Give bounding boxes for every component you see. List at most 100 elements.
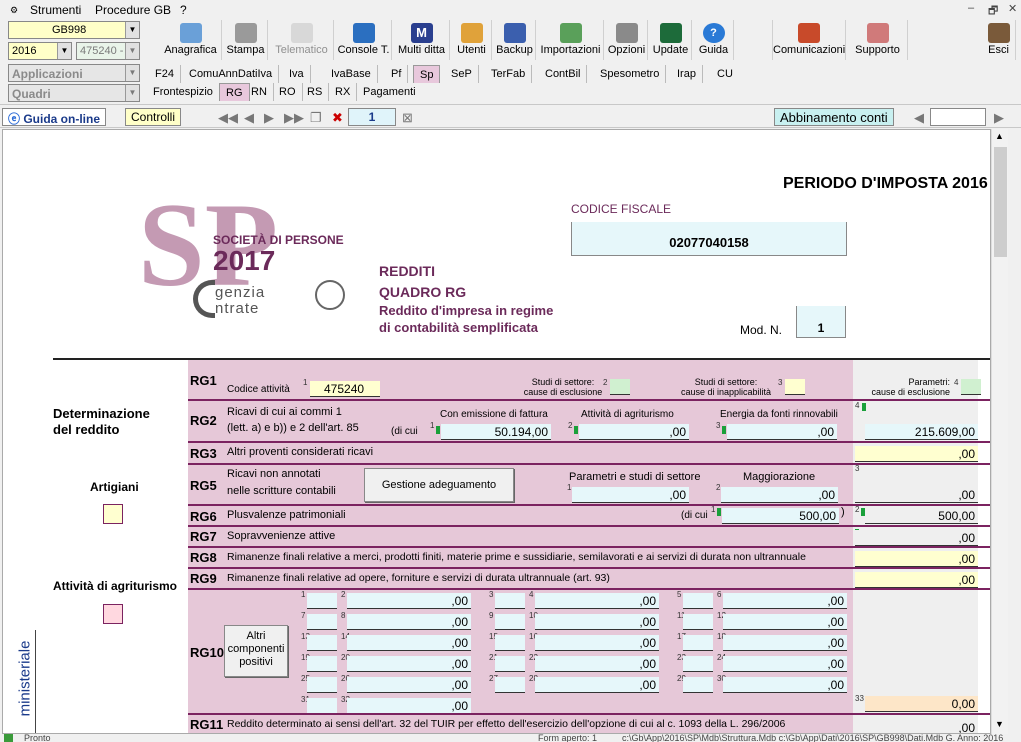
guida-button[interactable]: ? Guida xyxy=(694,20,734,60)
artigiani-checkbox[interactable] xyxy=(103,504,123,524)
update-button[interactable]: Update xyxy=(650,20,692,60)
tab-sep[interactable]: SeP xyxy=(445,65,479,83)
rg10-amount-field[interactable]: ,00 xyxy=(535,677,659,693)
tab-pf[interactable]: Pf xyxy=(385,65,409,83)
rg2-emissione-fattura-field[interactable]: 50.194,00 xyxy=(441,424,551,440)
tab-ivabase[interactable]: IvaBase xyxy=(325,65,378,83)
telematico-button[interactable]: Telematico xyxy=(270,20,334,60)
rg10-code-field[interactable] xyxy=(307,614,337,630)
restore-icon[interactable]: 🗗 xyxy=(988,2,998,21)
mod-number-field[interactable]: 1 xyxy=(796,306,846,338)
prev-page-icon[interactable]: ◀ xyxy=(244,110,254,126)
tab-spesometro[interactable]: Spesometro xyxy=(594,65,667,83)
rg10-code-field[interactable] xyxy=(307,593,337,609)
first-page-icon[interactable]: ◀◀ xyxy=(218,110,238,126)
tab-comuanndatiiva[interactable]: ComuAnnDatiIva xyxy=(183,65,280,83)
rg10-code-field[interactable] xyxy=(683,656,713,672)
rg10-code-field[interactable] xyxy=(495,614,525,630)
rg10-amount-field[interactable]: ,00 xyxy=(723,677,847,693)
tab-f24[interactable]: F24 xyxy=(149,65,181,83)
tab-frontespizio[interactable]: Frontespizio xyxy=(147,83,220,101)
last-page-icon[interactable]: ▶▶ xyxy=(284,110,304,126)
rg6-total-field[interactable]: 500,00 xyxy=(865,508,978,524)
anagrafica-button[interactable]: Anagrafica xyxy=(160,20,222,60)
rg10-code-field[interactable] xyxy=(495,656,525,672)
tab-pagamenti[interactable]: Pagamenti xyxy=(357,83,422,101)
abbinamento-conti-button[interactable]: Abbinamento conti xyxy=(774,108,894,126)
applicazioni-select[interactable]: Applicazioni ▼ xyxy=(8,64,140,82)
tab-sp[interactable]: Sp xyxy=(413,65,441,83)
rg10-amount-field[interactable]: ,00 xyxy=(347,677,471,693)
rg5-total-field[interactable]: ,00 xyxy=(855,487,978,503)
tab-iva[interactable]: Iva xyxy=(283,65,311,83)
rg10-amount-field[interactable]: ,00 xyxy=(723,635,847,651)
altri-componenti-button[interactable]: Altri componenti positivi xyxy=(224,625,288,677)
console-button[interactable]: Console T. xyxy=(336,20,392,60)
stampa-button[interactable]: Stampa xyxy=(224,20,268,60)
scroll-right-icon[interactable]: ▶ xyxy=(994,110,1004,126)
rg10-code-field[interactable] xyxy=(683,635,713,651)
rg10-amount-field[interactable]: ,00 xyxy=(347,614,471,630)
tab-rx[interactable]: RX xyxy=(329,83,358,101)
rg7-field[interactable]: ,00 xyxy=(855,530,978,546)
rg8-field[interactable]: ,00 xyxy=(855,551,978,567)
rg10-code-field[interactable] xyxy=(683,593,713,609)
rg10-code-field[interactable] xyxy=(683,677,713,693)
tab-contbil[interactable]: ContBil xyxy=(539,65,588,83)
rg9-field[interactable]: ,00 xyxy=(855,572,978,588)
menu-procedure-gb[interactable]: Procedure GB xyxy=(95,3,171,17)
rg10-total-field[interactable]: 0,00 xyxy=(865,696,978,712)
controlli-button[interactable]: Controlli xyxy=(125,108,182,126)
year-select[interactable]: 2016 ▼ xyxy=(8,42,72,60)
scroll-left-icon[interactable]: ◀ xyxy=(914,110,924,126)
rg10-amount-field[interactable]: ,00 xyxy=(723,593,847,609)
rg10-code-field[interactable] xyxy=(307,677,337,693)
quadri-select[interactable]: Quadri ▼ xyxy=(8,84,140,102)
gestione-adeguamento-button[interactable]: Gestione adeguamento xyxy=(364,468,514,502)
importazioni-button[interactable]: Importazioni xyxy=(538,20,604,60)
tab-rn[interactable]: RN xyxy=(245,83,274,101)
rg2-energia-field[interactable]: ,00 xyxy=(727,424,837,440)
rg10-amount-field[interactable]: ,00 xyxy=(535,593,659,609)
rg10-code-field[interactable] xyxy=(307,698,337,714)
next-page-icon[interactable]: ▶ xyxy=(264,110,274,126)
rg10-code-field[interactable] xyxy=(307,635,337,651)
tab-irap[interactable]: Irap xyxy=(671,65,703,83)
rg10-amount-field[interactable]: ,00 xyxy=(535,656,659,672)
vertical-scrollbar[interactable]: ▲ ▼ xyxy=(991,129,1008,734)
scroll-down-icon[interactable]: ▼ xyxy=(995,719,1004,729)
close-icon[interactable]: ✕ xyxy=(1008,2,1017,15)
rg1-studi-inappl-field[interactable] xyxy=(785,379,805,395)
menu-help[interactable]: ? xyxy=(180,3,187,17)
tab-cu[interactable]: CU xyxy=(711,65,739,83)
rg6-dicui-field[interactable]: 500,00 xyxy=(722,508,839,524)
rg10-code-field[interactable] xyxy=(683,614,713,630)
rg10-code-field[interactable] xyxy=(495,635,525,651)
menu-strumenti[interactable]: Strumenti xyxy=(30,3,81,17)
guida-online-button[interactable]: ⓔ Guida on-line xyxy=(2,108,107,126)
scroll-thumb[interactable] xyxy=(994,147,1007,257)
minimize-icon[interactable]: – xyxy=(968,2,974,14)
scroll-up-icon[interactable]: ▲ xyxy=(995,131,1004,141)
codice-fiscale-field[interactable]: 02077040158 xyxy=(571,222,847,256)
esci-button[interactable]: Esci xyxy=(982,20,1016,60)
rg10-code-field[interactable] xyxy=(307,656,337,672)
supporto-button[interactable]: Supporto xyxy=(848,20,908,60)
rg10-amount-field[interactable]: ,00 xyxy=(347,593,471,609)
rg10-amount-field[interactable]: ,00 xyxy=(723,656,847,672)
rg10-amount-field[interactable]: ,00 xyxy=(535,635,659,651)
copy-page-icon[interactable]: ❐ xyxy=(310,110,322,126)
utenti-button[interactable]: Utenti xyxy=(452,20,492,60)
rg2-agriturismo-field[interactable]: ,00 xyxy=(579,424,689,440)
opzioni-button[interactable]: Opzioni xyxy=(606,20,648,60)
comunicazioni-button[interactable]: Comunicazioni xyxy=(772,20,846,60)
tab-ro[interactable]: RO xyxy=(273,83,303,101)
rg11-field[interactable]: ,00 xyxy=(855,720,978,733)
tab-terfab[interactable]: TerFab xyxy=(485,65,533,83)
rg1-parametri-field[interactable] xyxy=(961,379,981,395)
rg3-field[interactable]: ,00 xyxy=(855,446,978,462)
company-select[interactable]: GB998 ▼ xyxy=(8,21,140,39)
rg10-amount-field[interactable]: ,00 xyxy=(723,614,847,630)
rg1-codice-attivita-field[interactable]: 475240 xyxy=(310,381,380,397)
rg2-ricavi-total-field[interactable]: 215.609,00 xyxy=(865,424,978,440)
